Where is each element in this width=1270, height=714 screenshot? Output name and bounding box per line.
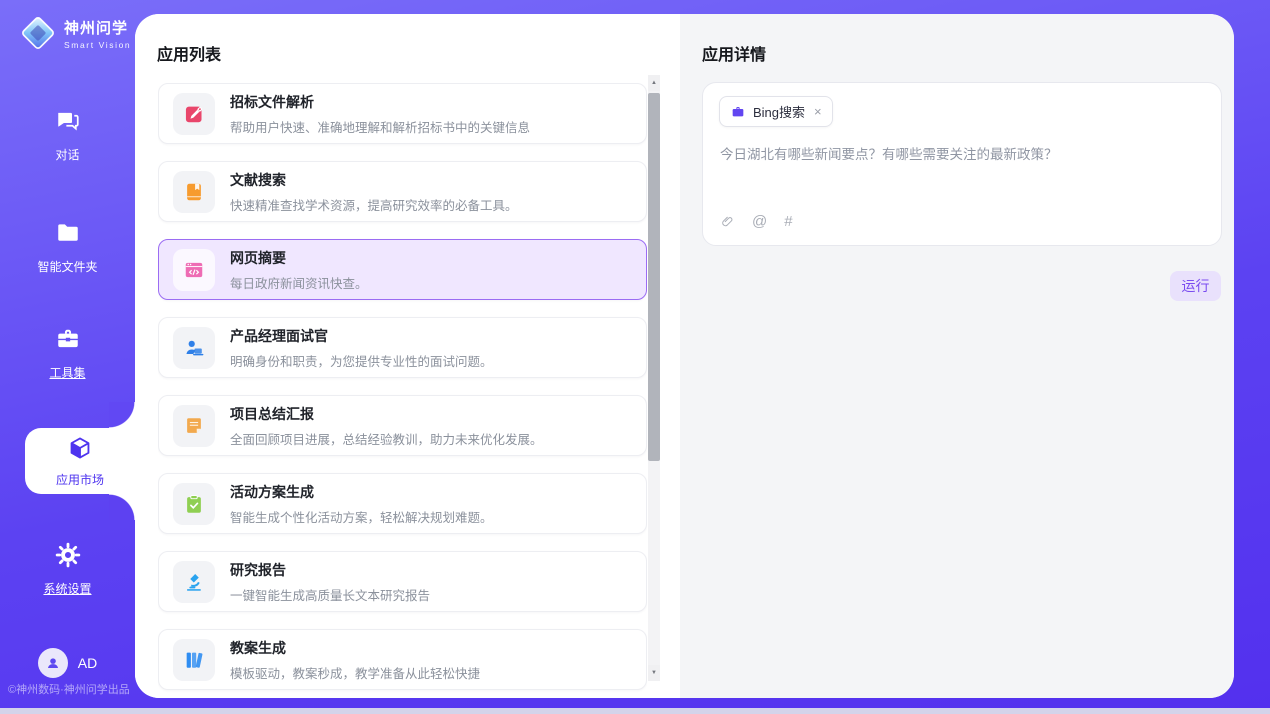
app-card-title: 项目总结汇报 <box>230 404 543 424</box>
sidebar-item-label: 智能文件夹 <box>37 258 97 275</box>
sidebar-item-tools[interactable]: 工具集 <box>0 326 135 381</box>
scrollbar-thumb[interactable] <box>648 93 660 461</box>
user-initials: AD <box>78 655 97 671</box>
app-card-title: 产品经理面试官 <box>230 326 493 346</box>
gear-icon <box>55 542 81 573</box>
briefcase-icon <box>730 104 746 120</box>
user-avatar-icon <box>38 648 68 678</box>
books-icon <box>173 639 215 681</box>
interviewer-icon <box>173 327 215 369</box>
app-detail-title: 应用详情 <box>702 41 766 65</box>
app-card-title: 活动方案生成 <box>230 482 493 502</box>
app-detail-panel: 应用详情 Bing搜索 × 今日湖北有哪些新闻要点？有哪些需要关注的最新政策？ … <box>680 14 1234 698</box>
copyright-footer: ©神州数码·神州问学出品 <box>8 681 130 697</box>
microscope-icon <box>173 561 215 603</box>
app-card-title: 网页摘要 <box>230 248 368 268</box>
app-card-description: 每日政府新闻资讯快查。 <box>230 273 368 292</box>
sidebar-item-label: 系统设置 <box>43 580 91 597</box>
sidebar-item-label: 应用市场 <box>56 471 104 488</box>
run-button[interactable]: 运行 <box>1170 271 1221 301</box>
toolbox-icon <box>55 326 81 357</box>
remove-tag-button[interactable]: × <box>814 104 822 119</box>
user-account[interactable]: AD <box>0 648 135 678</box>
app-card-description: 智能生成个性化活动方案，轻松解决规划难题。 <box>230 507 493 526</box>
chat-icon <box>55 108 81 139</box>
prompt-card: Bing搜索 × 今日湖北有哪些新闻要点？有哪些需要关注的最新政策？ @ # <box>702 82 1222 246</box>
pen-square-icon <box>173 93 215 135</box>
sidebar-item-market[interactable]: 应用市场 <box>25 428 135 494</box>
scrollbar[interactable]: ▲ ▼ <box>648 75 660 681</box>
app-card-description: 帮助用户快速、准确地理解和解析招标书中的关键信息 <box>230 117 530 136</box>
brand-name: 神州问学 <box>64 17 131 38</box>
app-card-proj-report[interactable]: 项目总结汇报 全面回顾项目进展，总结经验教训，助力未来优化发展。 <box>158 395 647 456</box>
app-card-title: 招标文件解析 <box>230 92 530 112</box>
brand-subtitle: Smart Vision <box>64 40 131 50</box>
app-card-description: 全面回顾项目进展，总结经验教训，助力未来优化发展。 <box>230 429 543 448</box>
sidebar-item-chat[interactable]: 对话 <box>0 108 135 163</box>
prompt-input[interactable]: 今日湖北有哪些新闻要点？有哪些需要关注的最新政策？ <box>720 145 1205 166</box>
topic-icon[interactable]: # <box>784 214 792 229</box>
bottom-strip <box>0 708 1270 714</box>
app-list-panel: 应用列表 招标文件解析 帮助用户快速、准确地理解和解析招标书中的关键信息 文献搜… <box>135 14 680 698</box>
prompt-toolbar: @ # <box>720 214 793 229</box>
content-shell: 应用列表 招标文件解析 帮助用户快速、准确地理解和解析招标书中的关键信息 文献搜… <box>135 14 1234 698</box>
app-card-description: 明确身份和职责，为您提供专业性的面试问题。 <box>230 351 493 370</box>
tool-tag-label: Bing搜索 <box>753 102 805 121</box>
app-card-web-digest[interactable]: 网页摘要 每日政府新闻资讯快查。 <box>158 239 647 300</box>
app-card-description: 一键智能生成高质量长文本研究报告 <box>230 585 430 604</box>
book-icon <box>173 171 215 213</box>
scroll-down-button[interactable]: ▼ <box>648 665 660 681</box>
folder-icon <box>55 220 81 251</box>
attach-icon[interactable] <box>720 214 735 229</box>
app-card-lit-search[interactable]: 文献搜索 快速精准查找学术资源，提高研究效率的必备工具。 <box>158 161 647 222</box>
app-card-list: 招标文件解析 帮助用户快速、准确地理解和解析招标书中的关键信息 文献搜索 快速精… <box>158 83 647 698</box>
app-card-event-plan[interactable]: 活动方案生成 智能生成个性化活动方案，轻松解决规划难题。 <box>158 473 647 534</box>
app-card-research[interactable]: 研究报告 一键智能生成高质量长文本研究报告 <box>158 551 647 612</box>
app-card-title: 教案生成 <box>230 638 480 658</box>
sidebar-item-settings[interactable]: 系统设置 <box>0 542 135 597</box>
sidebar-item-folders[interactable]: 智能文件夹 <box>0 220 135 275</box>
app-card-title: 研究报告 <box>230 560 430 580</box>
note-icon <box>173 405 215 447</box>
brand-diamond-icon <box>19 14 57 52</box>
app-window: 神州问学 Smart Vision 对话 智能文件夹 工具集 应用市场 <box>0 0 1270 714</box>
app-card-lesson-plan[interactable]: 教案生成 模板驱动，教案秒成，教学准备从此轻松快捷 <box>158 629 647 690</box>
app-card-bid-parse[interactable]: 招标文件解析 帮助用户快速、准确地理解和解析招标书中的关键信息 <box>158 83 647 144</box>
cube-icon <box>67 435 93 466</box>
active-tab-fillet-top <box>109 402 135 428</box>
app-card-title: 文献搜索 <box>230 170 518 190</box>
active-tab-fillet-bottom <box>109 494 135 520</box>
scroll-up-button[interactable]: ▲ <box>648 75 660 91</box>
clipboard-check-icon <box>173 483 215 525</box>
sidebar-item-label: 对话 <box>55 146 79 163</box>
app-list-title: 应用列表 <box>157 41 221 65</box>
app-card-description: 快速精准查找学术资源，提高研究效率的必备工具。 <box>230 195 518 214</box>
sidebar-item-label: 工具集 <box>49 364 85 381</box>
mention-icon[interactable]: @ <box>752 214 767 229</box>
sidebar: 神州问学 Smart Vision 对话 智能文件夹 工具集 应用市场 <box>0 0 135 714</box>
brand-logo: 神州问学 Smart Vision <box>19 14 131 52</box>
tool-tag-bing-search[interactable]: Bing搜索 × <box>719 96 833 127</box>
app-card-description: 模板驱动，教案秒成，教学准备从此轻松快捷 <box>230 663 480 682</box>
browser-code-icon <box>173 249 215 291</box>
app-card-pm-interview[interactable]: 产品经理面试官 明确身份和职责，为您提供专业性的面试问题。 <box>158 317 647 378</box>
